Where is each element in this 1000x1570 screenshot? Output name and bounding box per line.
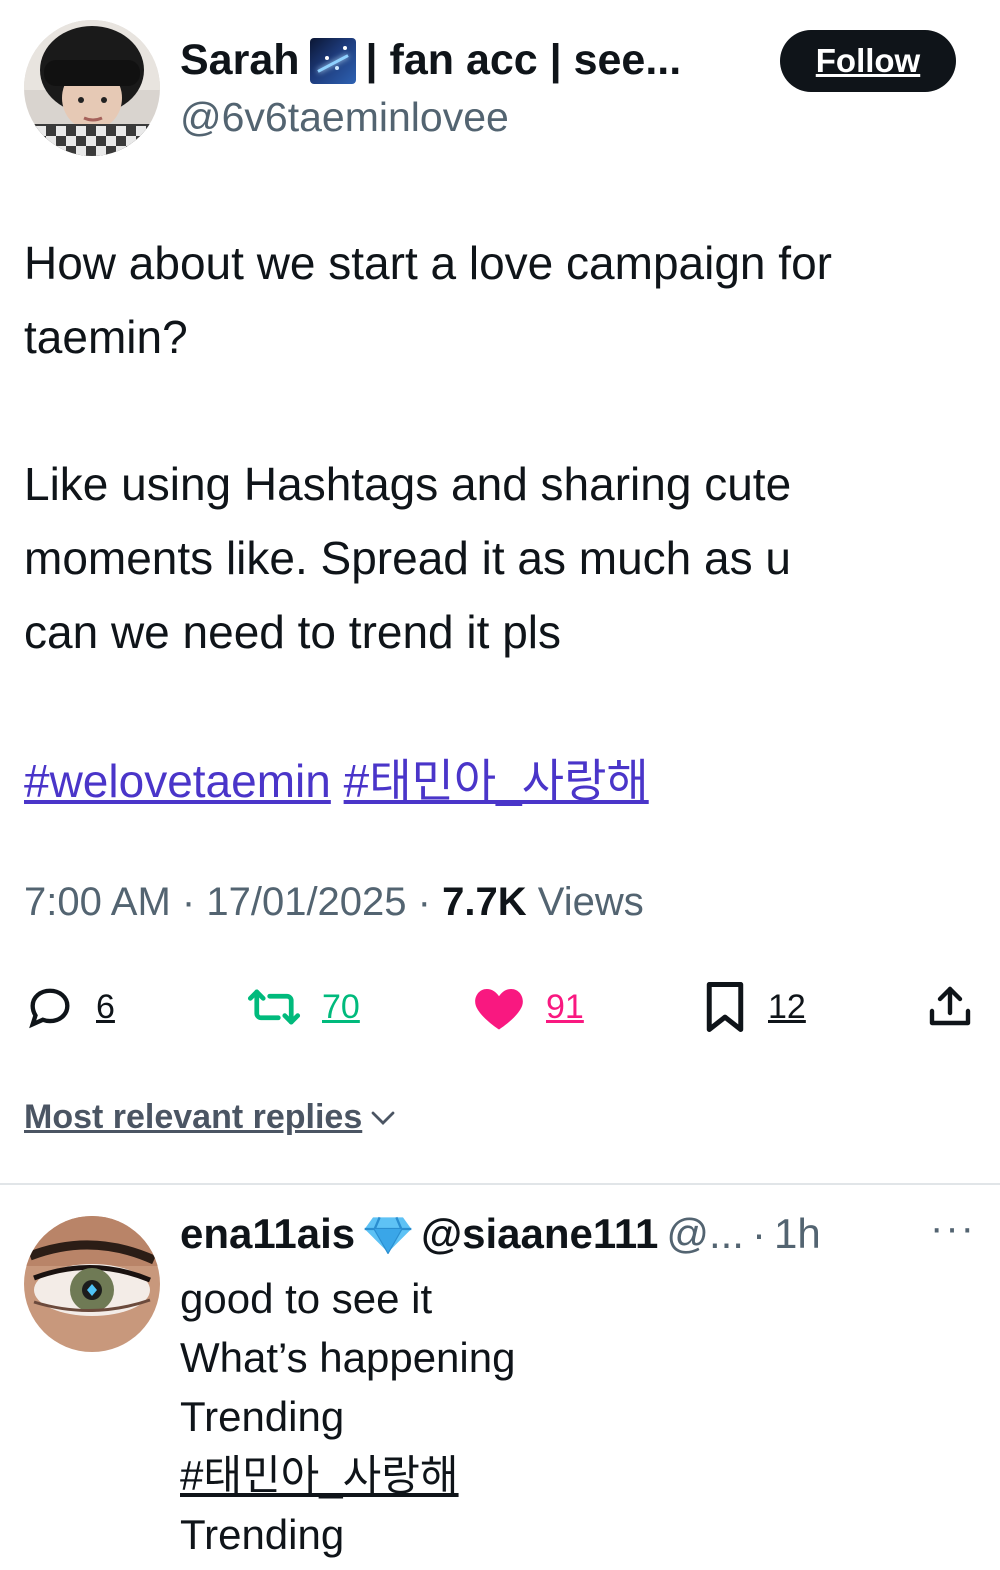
night-sky-emoji-icon (309, 37, 356, 84)
repost-count: 70 (322, 987, 360, 1026)
bookmark-button[interactable]: 12 (702, 972, 806, 1042)
post-text-line: How about we start a love campaign for (24, 237, 832, 289)
reply-time[interactable]: 1h (774, 1210, 821, 1258)
post-text-line: Like using Hashtags and sharing cute (24, 458, 792, 510)
post-date[interactable]: 17/01/2025 (206, 880, 406, 924)
hashtag-link[interactable]: #태민아_사랑해 (344, 755, 649, 807)
post-time[interactable]: 7:00 AM (24, 880, 171, 924)
divider (0, 1183, 1000, 1185)
post-hashtags: #welovetaemin #태민아_사랑해 (24, 744, 649, 818)
reply-text-line: Trending (180, 1511, 345, 1558)
share-icon (929, 986, 971, 1026)
reply-author-handle[interactable]: @siaane111 (421, 1210, 658, 1258)
hashtag-link[interactable]: #태민아_사랑해 (180, 1447, 459, 1505)
post-text-paragraph-1: How about we start a love campaign for t… (24, 226, 832, 374)
meta-separator: · (417, 880, 431, 924)
author-name-suffix: | fan acc | see... (365, 36, 682, 84)
post-text-paragraph-2: Like using Hashtags and sharing cute mom… (24, 447, 791, 669)
reply-count: 6 (96, 987, 115, 1026)
chevron-down-icon (371, 1111, 395, 1125)
post-text-line: moments like. Spread it as much as u (24, 532, 791, 584)
author-name[interactable]: Sarah | fan acc | see... (180, 36, 681, 85)
post-text-line: can we need to trend it pls (24, 606, 561, 658)
reply-icon (29, 988, 70, 1029)
reply-author-name[interactable]: ena11ais (180, 1210, 355, 1258)
bookmark-icon (706, 982, 744, 1032)
share-button[interactable] (926, 972, 974, 1042)
post-text-line: taemin? (24, 311, 188, 363)
views-count: 7.7K (442, 880, 527, 924)
post-metadata: 7:00 AM · 17/01/2025 · 7.7K Views (24, 880, 644, 925)
reply-author-avatar[interactable] (24, 1216, 160, 1352)
reply-button[interactable]: 6 (24, 972, 115, 1042)
reply-mention[interactable]: @... (666, 1210, 744, 1258)
meta-separator: · (181, 880, 196, 924)
heart-icon (475, 989, 523, 1030)
reply-text-line: Trending (180, 1393, 345, 1440)
bookmark-count: 12 (768, 987, 806, 1026)
like-button[interactable]: 91 (472, 972, 584, 1042)
follow-button[interactable]: Follow (780, 30, 956, 92)
repost-icon (247, 989, 301, 1025)
reply-text-line: good to see it (180, 1275, 433, 1322)
author-avatar[interactable] (24, 20, 160, 156)
reply-text-line: What’s happening (180, 1334, 516, 1381)
action-bar: 6 70 91 12 (0, 972, 1000, 1042)
replies-sort-label: Most relevant replies (24, 1098, 363, 1136)
replies-sort-dropdown[interactable]: Most relevant replies (24, 1098, 398, 1137)
author-display-name: Sarah (180, 36, 300, 84)
hashtag-link[interactable]: #welovetaemin (24, 755, 331, 807)
reply-header: ena11ais @siaane111 @... · 1h (180, 1210, 821, 1258)
repost-button[interactable]: 70 (246, 972, 360, 1042)
like-count: 91 (546, 987, 584, 1026)
meta-separator: · (751, 1210, 766, 1257)
diamond-icon (364, 1216, 412, 1254)
author-handle[interactable]: @6v6taeminlovee (180, 94, 509, 141)
more-options-icon[interactable]: ··· (930, 1206, 976, 1251)
views-label: Views (537, 880, 644, 924)
